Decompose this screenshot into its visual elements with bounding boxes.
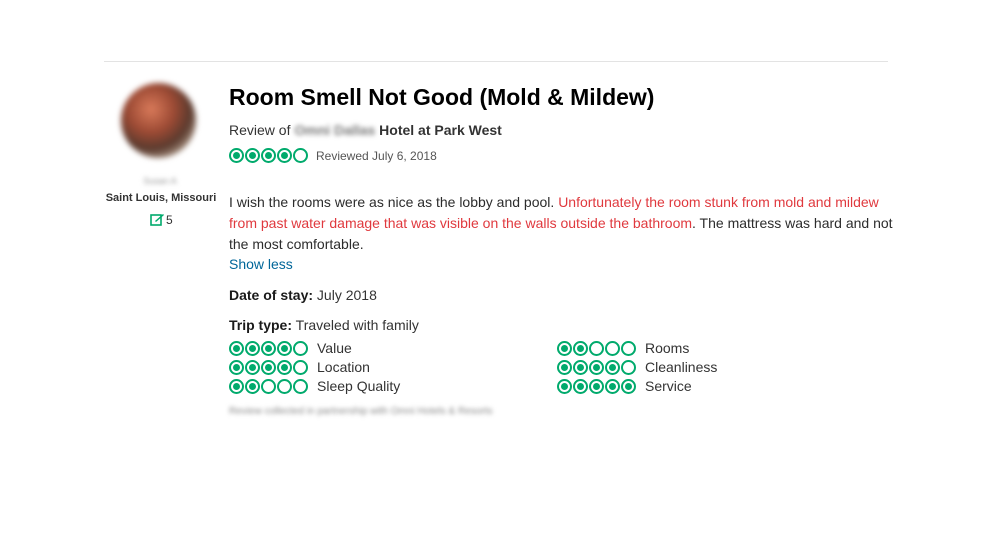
- trip-type-label: Trip type:: [229, 317, 293, 333]
- rating-bubble-filled-icon: [229, 340, 244, 356]
- rating-bubble-filled-icon: [245, 378, 260, 394]
- date-of-stay-value: July 2018: [316, 287, 377, 303]
- date-of-stay-label: Date of stay:: [229, 287, 314, 303]
- review-body: I wish the rooms were as nice as the lob…: [229, 192, 909, 255]
- member-username[interactable]: Susan A: [104, 176, 216, 186]
- rating-bubble-empty-icon: [589, 340, 604, 356]
- partner-note: Review collected in partnership with Omn…: [229, 406, 493, 417]
- rating-bubble-empty-icon: [277, 378, 292, 394]
- rating-bubble-filled-icon: [573, 340, 588, 356]
- rating-bubble-empty-icon: [293, 359, 308, 375]
- subrating-label: Rooms: [645, 340, 690, 356]
- subrating-bubbles: [229, 359, 308, 375]
- subrating-bubbles: [229, 378, 308, 394]
- subrating-bubbles: [557, 340, 636, 356]
- subrating-bubbles: [557, 359, 636, 375]
- subrating-sleep-quality: Sleep Quality: [229, 378, 400, 394]
- subrating-cleanliness: Cleanliness: [557, 359, 717, 375]
- rating-bubble-empty-icon: [293, 148, 308, 163]
- rating-bubble-filled-icon: [557, 378, 572, 394]
- subrating-bubbles: [557, 378, 636, 394]
- subrating-value: Value: [229, 340, 352, 356]
- trip-type-value: Traveled with family: [295, 317, 419, 333]
- rating-bubble-filled-icon: [261, 340, 276, 356]
- rating-bubble-filled-icon: [229, 148, 244, 163]
- rating-bubble-filled-icon: [605, 359, 620, 375]
- subrating-label: Service: [645, 378, 692, 394]
- rating-bubble-filled-icon: [245, 359, 260, 375]
- rating-bubble-filled-icon: [277, 148, 292, 163]
- show-less-link[interactable]: Show less: [229, 256, 293, 272]
- rating-bubble-filled-icon: [557, 359, 572, 375]
- contributions-count: 5: [166, 213, 173, 227]
- rating-bubble-filled-icon: [245, 340, 260, 356]
- rating-bubble-filled-icon: [229, 359, 244, 375]
- rating-bubble-filled-icon: [573, 359, 588, 375]
- subrating-label: Sleep Quality: [317, 378, 401, 394]
- subrating-label: Cleanliness: [645, 359, 718, 375]
- hotel-name-blurred[interactable]: Omni Dallas: [294, 122, 375, 138]
- date-of-stay: Date of stay: July 2018: [229, 287, 377, 303]
- review-pencil-icon: [150, 213, 165, 227]
- subrating-label: Location: [317, 359, 370, 375]
- overall-rating-row: Reviewed July 6, 2018: [229, 148, 437, 163]
- top-divider: [104, 61, 888, 62]
- subrating-bubbles: [229, 340, 308, 356]
- hotel-name[interactable]: Hotel at Park West: [379, 122, 502, 138]
- rating-bubble-empty-icon: [293, 340, 308, 356]
- subrating-location: Location: [229, 359, 370, 375]
- overall-rating-bubbles: [229, 148, 308, 163]
- trip-type: Trip type: Traveled with family: [229, 317, 419, 333]
- rating-bubble-filled-icon: [557, 340, 572, 356]
- subrating-rooms: Rooms: [557, 340, 689, 356]
- rating-bubble-empty-icon: [605, 340, 620, 356]
- rating-bubble-filled-icon: [229, 378, 244, 394]
- rating-bubble-filled-icon: [621, 378, 636, 394]
- member-hometown: Saint Louis, Missouri: [105, 192, 217, 204]
- rating-bubble-filled-icon: [277, 340, 292, 356]
- rating-bubble-filled-icon: [589, 359, 604, 375]
- review-of-line: Review of Omni Dallas Hotel at Park West: [229, 122, 502, 138]
- rating-bubble-empty-icon: [293, 378, 308, 394]
- rating-bubble-filled-icon: [589, 378, 604, 394]
- subrating-label: Value: [317, 340, 352, 356]
- rating-bubble-filled-icon: [277, 359, 292, 375]
- rating-bubble-empty-icon: [621, 340, 636, 356]
- review-title[interactable]: Room Smell Not Good (Mold & Mildew): [229, 84, 654, 111]
- rating-bubble-filled-icon: [261, 148, 276, 163]
- subrating-service: Service: [557, 378, 692, 394]
- rating-bubble-empty-icon: [261, 378, 276, 394]
- rating-bubble-filled-icon: [245, 148, 260, 163]
- rating-bubble-empty-icon: [621, 359, 636, 375]
- member-avatar[interactable]: [121, 83, 196, 158]
- rating-bubble-filled-icon: [573, 378, 588, 394]
- review-of-prefix: Review of: [229, 122, 291, 138]
- rating-bubble-filled-icon: [605, 378, 620, 394]
- rating-bubble-filled-icon: [261, 359, 276, 375]
- contributions-badge[interactable]: 5: [150, 213, 173, 227]
- reviewed-date: Reviewed July 6, 2018: [316, 148, 437, 163]
- review-body-text: I wish the rooms were as nice as the lob…: [229, 194, 559, 210]
